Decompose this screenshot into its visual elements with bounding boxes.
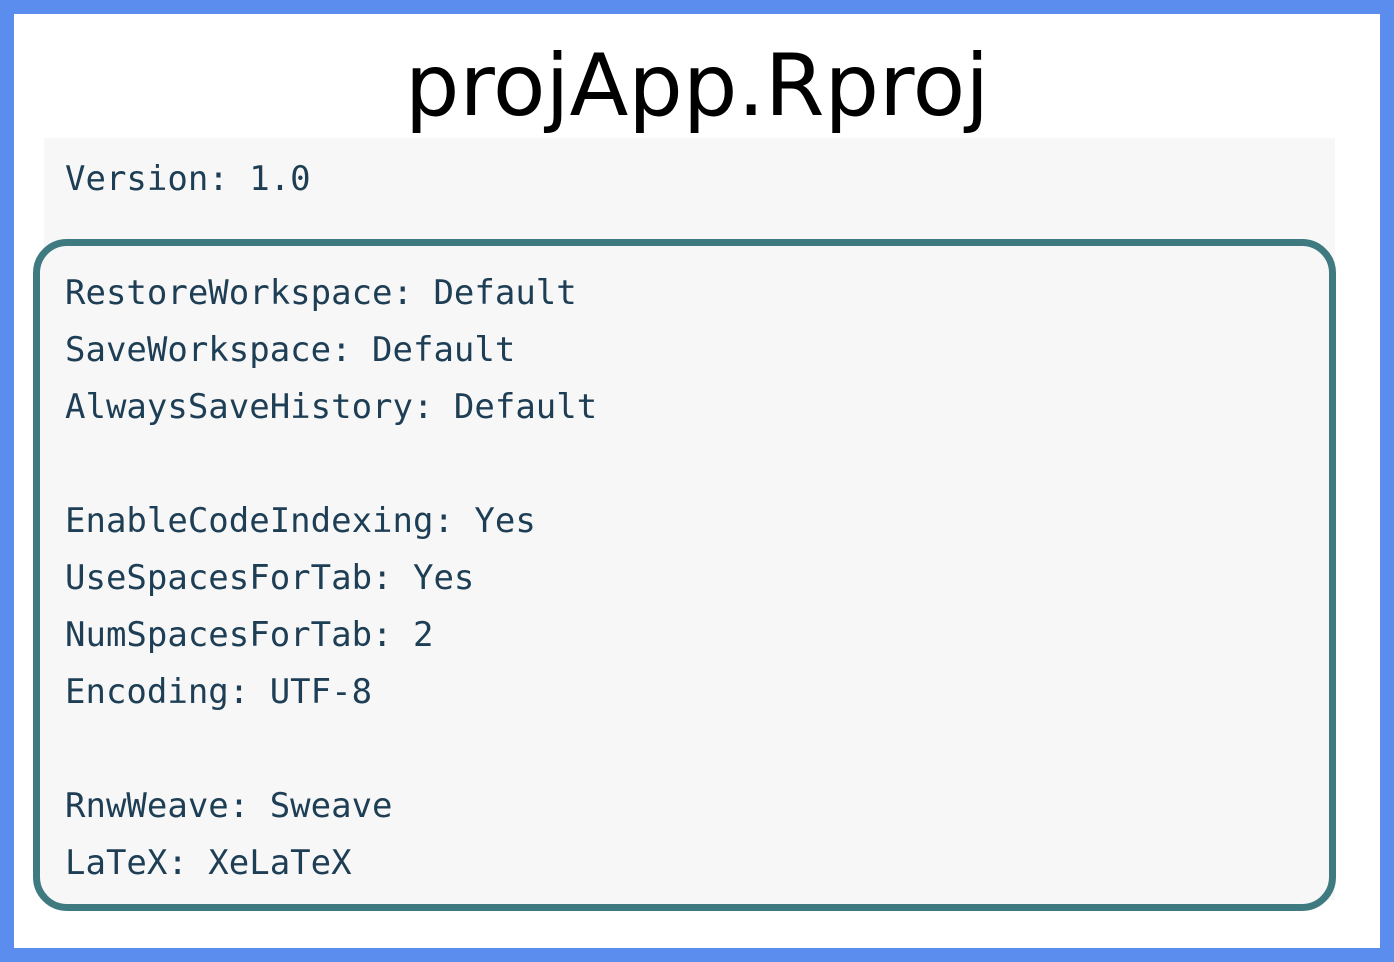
code-line-num-spaces-for-tab: NumSpacesForTab: 2 xyxy=(65,615,434,655)
code-line-version: Version: 1.0 xyxy=(65,159,311,199)
code-line-restore-workspace: RestoreWorkspace: Default xyxy=(65,273,577,313)
file-title: projApp.Rproj xyxy=(404,36,990,136)
code-line-always-save-history: AlwaysSaveHistory: Default xyxy=(65,387,598,427)
code-line-save-workspace: SaveWorkspace: Default xyxy=(65,330,516,370)
code-line-encoding: Encoding: UTF-8 xyxy=(65,672,373,712)
code-line-rnw-weave: RnwWeave: Sweave xyxy=(65,786,393,826)
window-frame: projApp.Rproj Version: 1.0 RestoreWorksp… xyxy=(0,0,1394,962)
code-line-latex: LaTeX: XeLaTeX xyxy=(65,843,352,883)
code-line-use-spaces-for-tab: UseSpacesForTab: Yes xyxy=(65,558,475,598)
code-line-enable-code-indexing: EnableCodeIndexing: Yes xyxy=(65,501,536,541)
